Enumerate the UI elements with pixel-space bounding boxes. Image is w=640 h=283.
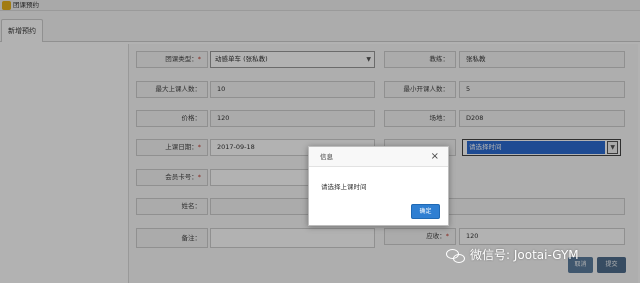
watermark-text: 微信号: Jootai-GYM: [470, 248, 579, 262]
dialog-title: 信息: [320, 153, 333, 161]
wechat-icon: [445, 247, 467, 265]
confirm-button[interactable]: 确定: [411, 204, 440, 219]
close-icon[interactable]: ×: [431, 147, 439, 167]
dialog-header: 信息 ×: [309, 147, 448, 167]
wechat-watermark: 微信号: Jootai-GYM: [445, 245, 579, 265]
info-dialog: 信息 × 请选择上课时间 确定: [308, 146, 449, 226]
dialog-message: 请选择上课时间: [321, 183, 367, 191]
modal-overlay: [0, 0, 640, 283]
